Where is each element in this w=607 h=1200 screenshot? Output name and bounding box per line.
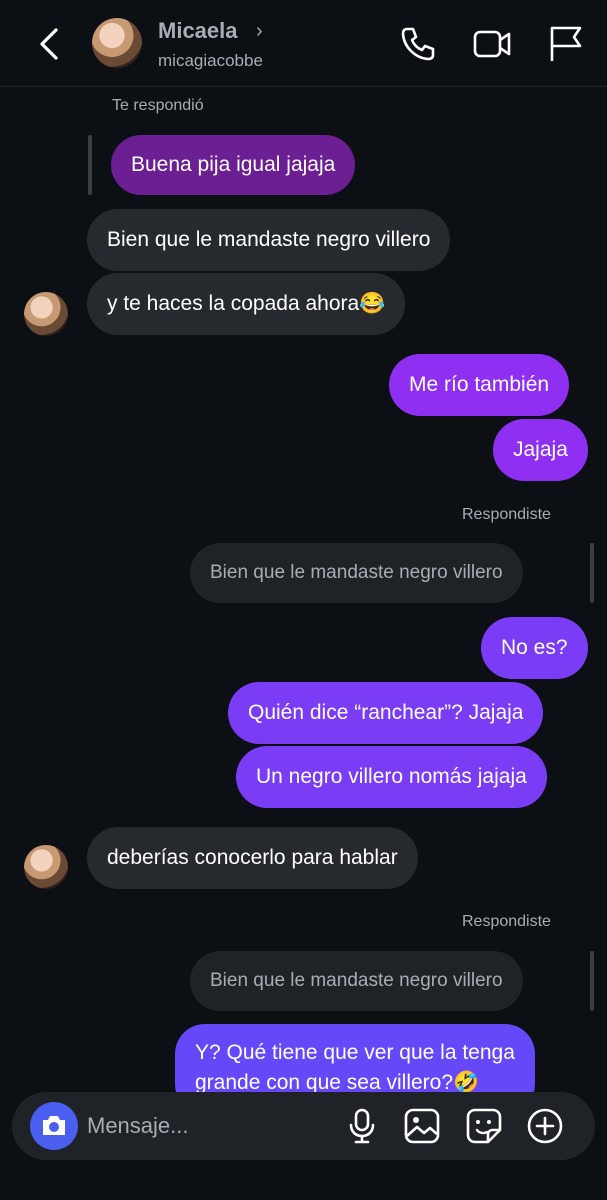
gallery-icon[interactable] xyxy=(402,1106,442,1146)
reply-indicator xyxy=(88,135,92,195)
sender-avatar[interactable] xyxy=(24,292,68,336)
phone-icon[interactable] xyxy=(398,24,438,64)
contact-avatar[interactable] xyxy=(92,18,142,68)
message-line: Y? Qué tiene que ver que la tenga xyxy=(195,1041,515,1064)
outgoing-message[interactable]: Jajaja xyxy=(493,419,588,481)
quoted-message[interactable]: Bien que le mandaste negro villero xyxy=(190,951,523,1011)
back-arrow-icon[interactable] xyxy=(34,24,64,64)
quoted-message[interactable]: Bien que le mandaste negro villero xyxy=(190,543,523,603)
reply-indicator xyxy=(590,543,594,603)
flag-icon[interactable] xyxy=(546,24,586,64)
replied-message-bubble[interactable]: Buena pija igual jajaja xyxy=(111,135,356,195)
reply-label: Te respondió xyxy=(112,97,204,114)
sender-avatar[interactable] xyxy=(24,845,68,889)
chat-header: Micaela › micagiacobbe xyxy=(0,0,607,87)
incoming-message[interactable]: Bien que le mandaste negro villero xyxy=(87,209,451,271)
video-camera-icon[interactable] xyxy=(472,24,512,64)
contact-username[interactable]: micagiacobbe xyxy=(158,51,263,71)
plus-icon[interactable] xyxy=(525,1106,565,1146)
outgoing-message[interactable]: Quién dice “ranchear”? Jajaja xyxy=(228,682,544,744)
reply-label: Respondiste xyxy=(462,506,551,523)
message-thread[interactable]: Te respondió Buena pija igual jajaja Bie… xyxy=(0,87,607,1200)
microphone-icon[interactable] xyxy=(342,1106,382,1146)
message-composer: Mensaje... xyxy=(12,1092,595,1160)
contact-name[interactable]: Micaela xyxy=(158,18,238,44)
outgoing-message[interactable]: Me río también xyxy=(389,354,570,416)
incoming-message[interactable]: y te haces la copada ahora😂 xyxy=(87,273,406,335)
camera-button[interactable] xyxy=(30,1102,78,1150)
outgoing-message[interactable]: No es? xyxy=(481,617,588,679)
chevron-right-icon[interactable]: › xyxy=(256,20,263,43)
reply-indicator xyxy=(590,951,594,1011)
reply-label: Respondiste xyxy=(462,913,551,930)
incoming-message[interactable]: deberías conocerlo para hablar xyxy=(87,827,418,889)
camera-icon xyxy=(43,1116,65,1135)
outgoing-message[interactable]: Un negro villero nomás jajaja xyxy=(236,746,547,808)
message-input[interactable]: Mensaje... xyxy=(87,1113,189,1139)
sticker-icon[interactable] xyxy=(464,1106,504,1146)
